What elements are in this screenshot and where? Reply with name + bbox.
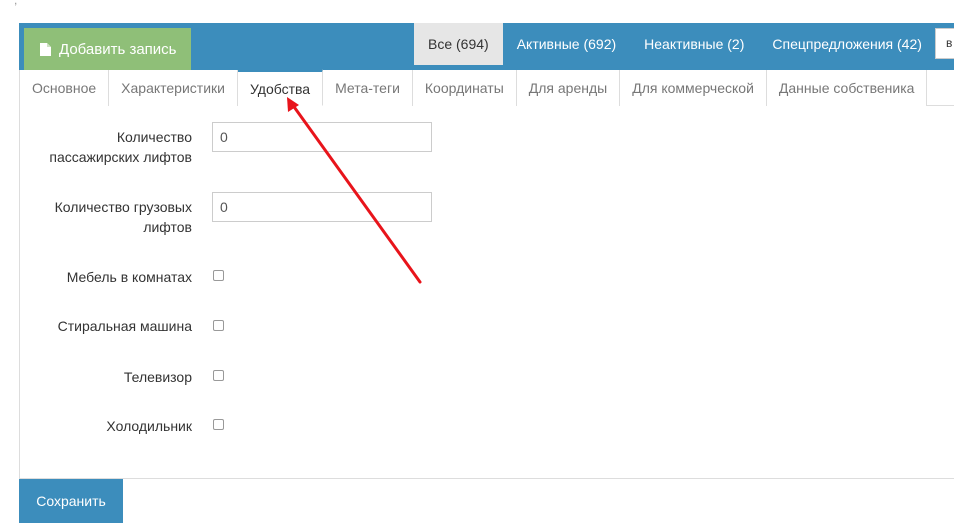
passenger-lifts-label-line2: пассажирских лифтов: [49, 149, 192, 165]
tab-owner-data[interactable]: Данные собственика: [766, 70, 928, 106]
tv-label: Телевизор: [123, 369, 192, 385]
tab-meta-tags[interactable]: Мета-теги: [323, 70, 413, 106]
filter-active[interactable]: Активные (692): [503, 23, 630, 65]
amenities-panel: Количество пассажирских лифтов Количеств…: [19, 106, 954, 479]
washer-label: Стиральная машина: [57, 318, 192, 334]
washer-checkbox[interactable]: [213, 320, 224, 331]
filter-special-offers[interactable]: Спецпредложения (42): [758, 23, 936, 65]
freight-lifts-label-line1: Количество грузовых: [54, 199, 192, 215]
filter-inactive[interactable]: Неактивные (2): [630, 23, 758, 65]
file-icon: [40, 42, 51, 56]
tab-basic[interactable]: Основное: [19, 70, 110, 106]
filter-all[interactable]: Все (694): [414, 23, 503, 65]
top-strip: ,: [0, 0, 954, 23]
add-record-button[interactable]: Добавить запись: [24, 28, 191, 70]
furniture-label: Мебель в комнатах: [66, 269, 192, 285]
passenger-lifts-label: Количество пассажирских лифтов: [22, 127, 192, 167]
top-crumb: ,: [14, 0, 18, 7]
passenger-lifts-label-line1: Количество: [116, 129, 192, 145]
fridge-checkbox[interactable]: [213, 419, 224, 430]
freight-lifts-label-line2: лифтов: [143, 219, 192, 235]
freight-lifts-label: Количество грузовых лифтов: [22, 197, 192, 237]
filter-tabs: Все (694) Активные (692) Неактивные (2) …: [414, 23, 936, 65]
edit-tabs: Основное Характеристики Удобства Мета-те…: [19, 69, 954, 106]
tv-checkbox[interactable]: [213, 370, 224, 381]
add-record-label: Добавить запись: [59, 40, 177, 58]
passenger-lifts-input[interactable]: [212, 122, 432, 152]
toolbar: Добавить запись Все (694) Активные (692)…: [19, 23, 954, 70]
tab-rent[interactable]: Для аренды: [516, 70, 621, 106]
tab-characteristics[interactable]: Характеристики: [109, 70, 238, 106]
toolbar-cut-control[interactable]: в: [935, 28, 954, 59]
save-button[interactable]: Сохранить: [19, 479, 123, 523]
fridge-label: Холодильник: [106, 418, 192, 434]
tab-amenities[interactable]: Удобства: [237, 69, 324, 106]
tab-commercial[interactable]: Для коммерческой: [620, 70, 767, 106]
tab-coordinates[interactable]: Координаты: [412, 70, 517, 106]
furniture-checkbox[interactable]: [213, 270, 224, 281]
freight-lifts-input[interactable]: [212, 192, 432, 222]
